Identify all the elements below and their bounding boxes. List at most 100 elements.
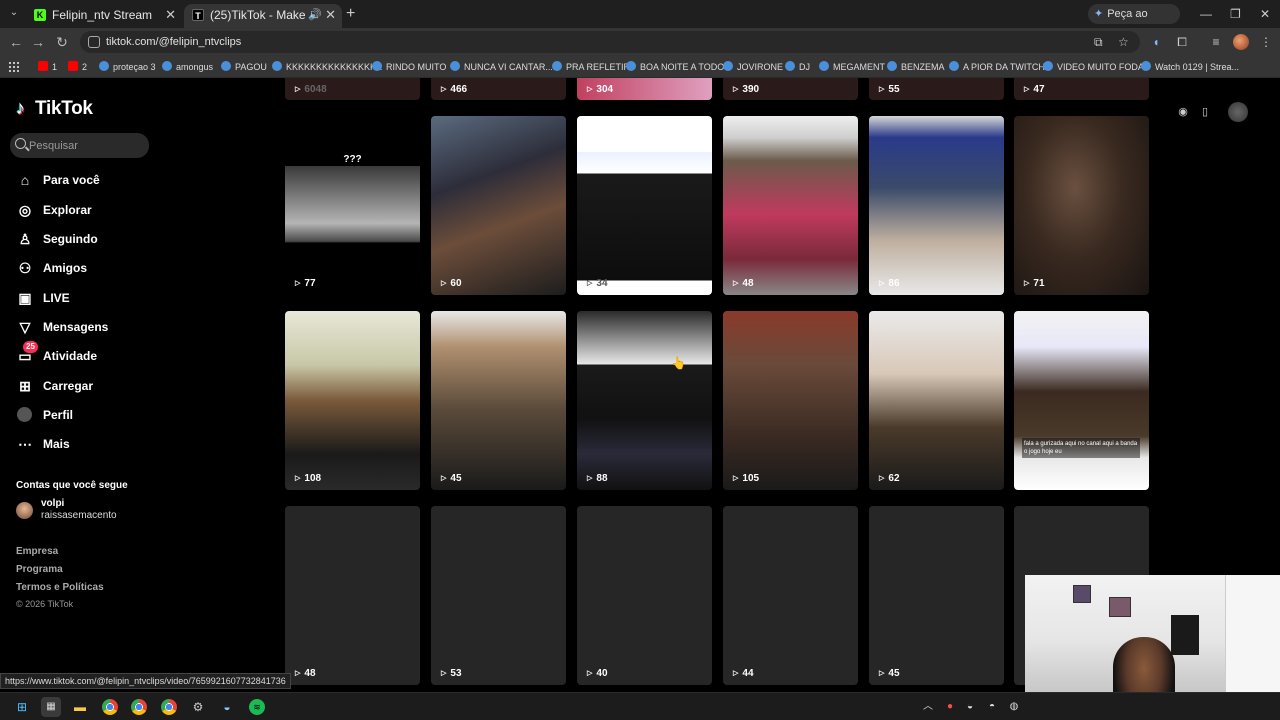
ask-gemini-button[interactable]: ✦Peça ao Gemini [1088,4,1180,40]
nav-seguindo[interactable]: ♙ Seguindo [16,227,146,251]
apps-grid-icon[interactable] [8,61,19,72]
url-text[interactable]: tiktok.com/@felipin_ntvclips [106,31,241,53]
file-explorer-icon[interactable]: ▬ [70,697,90,717]
address-bar[interactable]: tiktok.com/@felipin_ntvclips ⧉ ☆ [80,31,1140,53]
video-tile[interactable]: ▷ 105 [723,311,858,490]
calculator-icon[interactable]: ▦ [41,697,61,717]
chrome-icon[interactable] [161,699,177,715]
video-tile[interactable]: ▷ 62 [869,311,1004,490]
video-tile[interactable]: ▷ 47 [1014,78,1149,100]
extension-icon[interactable]: ◖ [1146,32,1166,52]
video-tile[interactable]: ▷ 108 [285,311,420,490]
video-tile[interactable]: ▷ 6048 [285,78,420,100]
nav-live[interactable]: ▣ LIVE [16,286,146,310]
footer-link-empresa[interactable]: Empresa [16,546,58,557]
steam-icon[interactable]: ◒ [217,697,237,717]
close-window-icon[interactable]: ✕ [1260,4,1270,24]
new-tab-button[interactable]: + [346,4,355,24]
bookmark-item[interactable]: proteçao 3 [99,56,156,78]
video-tile[interactable]: ▷ 60 [431,116,566,295]
bookmark-item[interactable]: PRA REFLETIR [552,56,630,78]
bookmark-item[interactable]: 2 [68,56,87,78]
nav-atividade[interactable]: ▭ 25 Atividade [16,341,146,368]
view-count: ▷ 77 [295,278,316,289]
minimize-icon[interactable]: — [1200,4,1212,24]
coin-icon[interactable]: ◉ [1173,102,1193,122]
tab-kick-stream[interactable]: K Felipin_ntv Stream - Watch Live ✕ [26,4,182,28]
search-input[interactable] [29,133,144,158]
record-icon[interactable]: ● [942,697,958,717]
nav-explorar[interactable]: ◎ Explorar [16,198,146,222]
speaker-icon[interactable]: 🔊 [308,4,322,26]
device-icon[interactable]: ▯ [1195,102,1215,122]
restore-icon[interactable]: ❐ [1230,4,1241,24]
steam-tray-icon[interactable]: ◒ [962,697,978,717]
nav-amigos[interactable]: ⚇ Amigos [16,256,146,280]
bookmark-item[interactable]: BENZEMA [887,56,945,78]
video-tile[interactable]: ??? ▷ 77 [285,116,420,295]
tab-tiktok[interactable]: T (25)TikTok - Make Your Day 🔊 ✕ [184,4,342,28]
nav-perfil[interactable]: Perfil [16,403,146,427]
video-tile[interactable]: ▷ 55 [869,78,1004,100]
bookmark-item[interactable]: Watch 0129 | Strea... [1141,56,1239,78]
bookmark-item[interactable]: A PIOR DA TWITCH [949,56,1045,78]
video-tile[interactable]: ▷ 71 [1014,116,1149,295]
nav-mensagens[interactable]: ▽ Mensagens [16,315,146,339]
forward-icon[interactable]: → [28,32,48,52]
reload-icon[interactable]: ↻ [52,32,72,52]
video-tile[interactable]: ▷ 53 [431,506,566,685]
back-icon[interactable]: ← [6,32,26,52]
bookmark-item[interactable]: RINDO MUITO [372,56,446,78]
profile-avatar[interactable] [1233,34,1249,50]
bookmark-item[interactable]: JOVIRONE [723,56,783,78]
video-tile[interactable]: ▷ 48 [285,506,420,685]
video-tile[interactable]: fala a gurizada aqui no canal aqui a ban… [1014,311,1149,490]
site-info-icon[interactable] [88,36,100,48]
bookmark-item[interactable]: PAGOU [221,56,267,78]
footer-link-termos[interactable]: Termos e Políticas [16,582,104,593]
bookmark-item[interactable]: 1 [38,56,57,78]
translate-icon[interactable]: ⧉ [1094,33,1103,51]
bookmark-item[interactable]: VIDEO MUITO FODA [1043,56,1144,78]
menu-kebab-icon[interactable]: ⋮ [1256,32,1276,52]
extensions-puzzle-icon[interactable]: ⧠ [1172,32,1192,52]
chrome-icon[interactable] [102,699,118,715]
bookmark-item[interactable]: MEGAMENT [819,56,885,78]
bookmark-item[interactable]: KKKKKKKKKKKKKKKK [272,56,382,78]
close-tab-icon[interactable]: ✕ [165,4,176,26]
nav-carregar[interactable]: ⊞ Carregar [16,374,146,398]
footer-link-programa[interactable]: Programa [16,564,63,575]
tray-chevron-icon[interactable]: ︿ [920,697,936,717]
video-tile[interactable]: ▷ 40 [577,506,712,685]
nav-mais[interactable]: ⋯ Mais [16,432,146,456]
bookmark-item[interactable]: BOA NOITE A TODO [626,56,724,78]
media-controls-icon[interactable]: ≡ [1206,32,1226,52]
spotify-icon[interactable]: ≋ [249,699,265,715]
user-avatar[interactable] [1228,102,1248,122]
search-box[interactable] [10,133,149,158]
video-tile[interactable]: ▷ 45 [431,311,566,490]
video-tile[interactable]: ▷ 304 [577,78,712,100]
close-tab-icon[interactable]: ✕ [325,4,336,26]
nav-para-voce[interactable]: ⌂ Para você [16,168,146,192]
tab-search-icon[interactable]: ⌄ [6,5,22,21]
bookmark-item[interactable]: amongus [162,56,213,78]
chrome-icon[interactable] [131,699,147,715]
video-tile[interactable]: ▷ 86 [869,116,1004,295]
followed-account[interactable]: volpi raissasemacento [16,498,146,522]
video-tile[interactable]: ▷ 390 [723,78,858,100]
video-tile[interactable]: ▷ 44 [723,506,858,685]
video-tile[interactable]: ▷ 48 [723,116,858,295]
settings-icon[interactable]: ⚙ [188,697,208,717]
video-tile[interactable]: ▷ 34 [577,116,712,295]
bookmark-item[interactable]: DJ [785,56,810,78]
video-tile[interactable]: ▷ 45 [869,506,1004,685]
bookmark-item[interactable]: NUNCA VI CANTAR... [450,56,553,78]
network-icon[interactable]: ◍ [1006,697,1022,717]
video-tile[interactable]: ▷ 88 [577,311,712,490]
tiktok-logo[interactable]: ♪ TikTok [16,98,93,120]
video-tile[interactable]: ▷ 466 [431,78,566,100]
bookmark-star-icon[interactable]: ☆ [1118,33,1129,51]
windows-start-icon[interactable]: ⊞ [12,697,32,717]
discord-icon[interactable]: ◓ [984,697,1000,717]
